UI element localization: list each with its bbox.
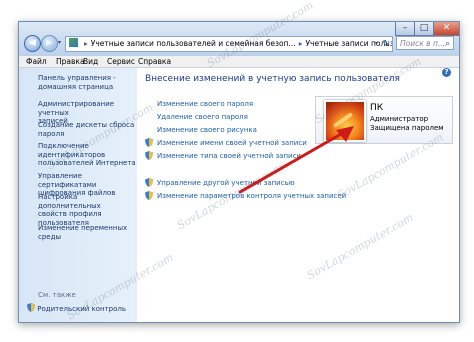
account-role: Администратор — [370, 115, 429, 123]
address-bar[interactable]: ▸ Учетные записи пользователей и семейная… — [65, 36, 393, 52]
refresh-icon[interactable]: ↻ — [382, 37, 390, 51]
breadcrumb-user-accounts[interactable]: Учетные записи пользователей — [305, 39, 392, 48]
shield-icon — [145, 151, 153, 160]
sidebar-item-advanced-profile[interactable]: Настройка дополнительных свойств профиля… — [38, 193, 137, 227]
sidebar-item-label: среды — [38, 232, 61, 241]
sidebar-item-label: идентификаторов — [38, 150, 106, 159]
sidebar-item-label: пользователей Интернета — [38, 159, 136, 167]
menu-service[interactable]: Сервис — [107, 56, 135, 67]
sidebar-item-label: свойств профиля — [38, 210, 102, 218]
page-title: Внесение изменений в учетную запись поль… — [145, 74, 400, 84]
forward-button[interactable]: ▶ — [41, 35, 58, 52]
sidebar-item-label: Родительский контроль — [37, 305, 127, 313]
search-placeholder: Поиск в п... — [400, 39, 445, 48]
sidebar-item-parental-controls[interactable]: Родительский контроль — [27, 303, 126, 313]
sidebar-item-label: Подключение — [38, 142, 89, 150]
control-panel-icon — [69, 38, 78, 47]
menu-bar: Файл Правка Вид Сервис Справка — [19, 56, 459, 68]
minimize-button[interactable]: – — [395, 22, 415, 36]
sidebar-item-password-reset-disk[interactable]: Создание дискеты сброса пароля — [38, 121, 134, 138]
sidebar-item-label: Администрирование учетных — [38, 100, 115, 117]
menu-edit[interactable]: Правка — [56, 56, 85, 67]
search-input[interactable]: Поиск в п... ⌕ — [396, 36, 454, 50]
menu-view[interactable]: Вид — [83, 56, 98, 67]
search-icon[interactable]: ⌕ — [445, 37, 450, 51]
see-also-heading: См. также — [38, 291, 76, 299]
forward-arrow-icon: ▶ — [46, 38, 53, 48]
back-button[interactable]: ◀ — [24, 35, 41, 52]
account-name: ПК — [370, 103, 384, 113]
shield-icon — [27, 303, 35, 312]
annotation-arrow-icon — [238, 126, 354, 194]
account-status: Защищена паролем — [370, 124, 444, 132]
sidebar-item-online-ids[interactable]: Подключение идентификаторов пользователе… — [38, 142, 136, 168]
shield-icon — [145, 191, 153, 200]
sidebar-item-label: пароля — [38, 129, 65, 138]
shield-icon — [145, 178, 153, 187]
address-dropdown-icon[interactable]: ▾ — [375, 37, 378, 51]
sidebar-item-environment-variables[interactable]: Изменение переменных среды — [38, 224, 127, 241]
title-bar: – □ ✕ ◀ ▶ ▾ ▸ Учетные записи пользователе… — [19, 22, 459, 56]
sidebar-item-label: Панель управления - — [38, 74, 116, 82]
breadcrumb-separator-icon: ▸ — [84, 39, 88, 48]
sidebar-item-control-panel-home[interactable]: Панель управления - домашняя страница — [38, 74, 116, 91]
link-change-password[interactable]: Изменение своего пароля — [157, 100, 253, 108]
sidebar: Панель управления - домашняя страница Ад… — [19, 68, 137, 322]
sidebar-item-label: Управление сертификатами — [38, 172, 97, 189]
back-arrow-icon: ◀ — [29, 38, 36, 48]
breadcrumb-user-accounts-family[interactable]: Учетные записи пользователей и семейная … — [91, 39, 296, 48]
sidebar-item-label: Настройка дополнительных — [38, 193, 101, 210]
recent-pages-dropdown[interactable]: ▾ — [58, 39, 61, 46]
sidebar-item-label: домашняя страница — [38, 82, 114, 91]
menu-help[interactable]: Справка — [138, 56, 171, 67]
close-button[interactable]: ✕ — [433, 22, 459, 36]
menu-file[interactable]: Файл — [26, 56, 47, 67]
help-icon[interactable]: ? — [442, 68, 451, 77]
sidebar-item-label: Изменение переменных — [38, 224, 128, 232]
sidebar-item-label: Создание дискеты сброса — [38, 121, 135, 129]
breadcrumb-separator-icon: ▸ — [298, 39, 303, 48]
maximize-button[interactable]: □ — [414, 22, 434, 36]
shield-icon — [145, 138, 153, 147]
